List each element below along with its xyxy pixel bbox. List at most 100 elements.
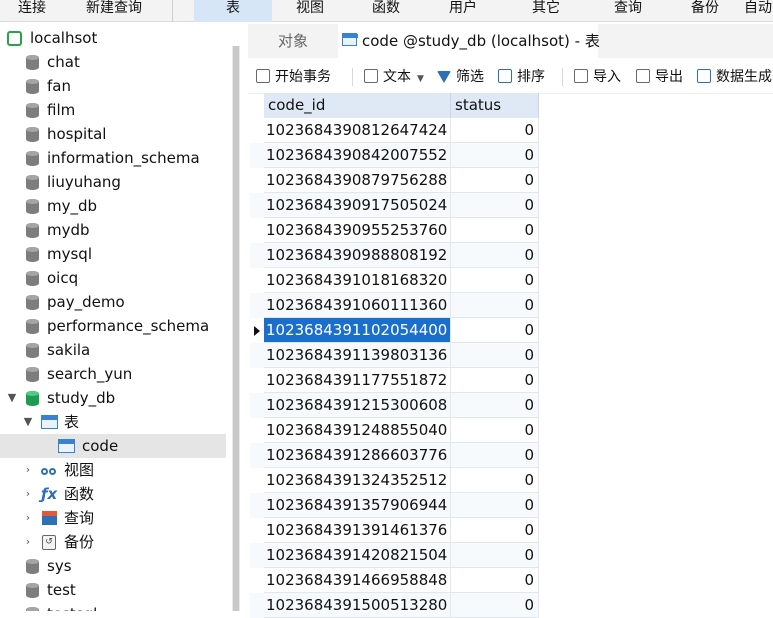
tree-db-item[interactable]: mysql [0, 242, 226, 266]
tree-backup-folder[interactable]: › ↺ 备份 [0, 530, 226, 554]
begin-transaction-button[interactable]: 开始事务 [256, 60, 331, 94]
cell-code-id[interactable]: 1023684391177551872 [264, 368, 451, 393]
cell-status[interactable]: 0 [451, 368, 539, 393]
data-generation-button[interactable]: 数据生成 [697, 60, 772, 94]
chevron-right-icon[interactable]: › [21, 482, 35, 506]
cell-status[interactable]: 0 [451, 343, 539, 368]
table-row[interactable]: 1023684391139803136 0 [250, 343, 539, 368]
cell-status[interactable]: 0 [451, 143, 539, 168]
functions-button[interactable]: 函数 [348, 0, 424, 22]
cell-code-id[interactable]: 1023684391139803136 [264, 343, 451, 368]
cell-status[interactable]: 0 [451, 543, 539, 568]
export-button[interactable]: 导出 [636, 60, 683, 94]
cell-code-id[interactable]: 1023684391286603776 [264, 443, 451, 468]
cell-code-id[interactable]: 1023684390812647424 [264, 118, 451, 143]
tree-db-item[interactable]: chat [0, 50, 226, 74]
cell-code-id[interactable]: 1023684390842007552 [264, 143, 451, 168]
table-row[interactable]: 1023684391018168320 0 [250, 268, 539, 293]
cell-status[interactable]: 0 [451, 593, 539, 618]
tree-db-test[interactable]: test [0, 578, 226, 602]
table-row[interactable]: 1023684390955253760 0 [250, 218, 539, 243]
sort-button[interactable]: 排序 [498, 60, 545, 94]
tree-db-item[interactable]: performance_schema [0, 314, 226, 338]
column-header-status[interactable]: status [451, 93, 539, 118]
column-header-code-id[interactable]: code_id [264, 93, 451, 118]
tree-db-sys[interactable]: sys [0, 554, 226, 578]
table-row[interactable]: 1023684391420821504 0 [250, 543, 539, 568]
tree-table-code[interactable]: code [0, 434, 226, 458]
tables-button[interactable]: 表 [194, 0, 272, 22]
tree-db-item[interactable]: fan [0, 74, 226, 98]
cell-status[interactable]: 0 [451, 268, 539, 293]
backup-button[interactable]: 备份 [666, 0, 744, 22]
table-row[interactable]: 1023684391248855040 0 [250, 418, 539, 443]
cell-code-id[interactable]: 1023684390955253760 [264, 218, 451, 243]
cell-code-id[interactable]: 1023684391357906944 [264, 493, 451, 518]
users-button[interactable]: 用户 [424, 0, 502, 22]
cell-code-id[interactable]: 1023684390879756288 [264, 168, 451, 193]
cell-status[interactable]: 0 [451, 568, 539, 593]
cell-status[interactable]: 0 [451, 518, 539, 543]
table-row[interactable]: 1023684390842007552 0 [250, 143, 539, 168]
tree-db-item[interactable]: search_yun [0, 362, 226, 386]
tree-db-item[interactable]: hospital [0, 122, 226, 146]
chevron-right-icon[interactable]: › [21, 458, 35, 482]
table-row[interactable]: 1023684390917505024 0 [250, 193, 539, 218]
cell-status[interactable]: 0 [451, 443, 539, 468]
table-row[interactable]: 1023684390988808192 0 [250, 243, 539, 268]
tree-connection[interactable]: localhsot [0, 26, 226, 50]
cell-status[interactable]: 0 [451, 168, 539, 193]
others-button[interactable]: 其它 [502, 0, 590, 22]
cell-code-id[interactable]: 1023684391500513280 [264, 593, 451, 618]
cell-code-id[interactable]: 1023684391102054400 [264, 318, 451, 343]
cell-status[interactable]: 0 [451, 418, 539, 443]
table-row[interactable]: 1023684391102054400 0 [250, 318, 539, 343]
tree-scrollbar[interactable] [232, 46, 240, 611]
cell-status[interactable]: 0 [451, 318, 539, 343]
tree-db-item[interactable]: oicq [0, 266, 226, 290]
cell-status[interactable]: 0 [451, 218, 539, 243]
chevron-down-icon[interactable]: ▼ [21, 410, 35, 434]
cell-status[interactable]: 0 [451, 118, 539, 143]
table-row[interactable]: 1023684391286603776 0 [250, 443, 539, 468]
cell-code-id[interactable]: 1023684391018168320 [264, 268, 451, 293]
queries-button[interactable]: 查询 [590, 0, 666, 22]
tree-queries-folder[interactable]: › 查询 [0, 506, 226, 530]
cell-status[interactable]: 0 [451, 468, 539, 493]
import-button[interactable]: 导入 [574, 60, 621, 94]
tree-db-item[interactable]: pay_demo [0, 290, 226, 314]
table-row[interactable]: 1023684390879756288 0 [250, 168, 539, 193]
new-query-button[interactable]: 新建查询 [70, 0, 158, 22]
chevron-right-icon[interactable]: › [21, 530, 35, 554]
tree-tables-folder[interactable]: ▼ 表 [0, 410, 226, 434]
cell-status[interactable]: 0 [451, 493, 539, 518]
tree-db-item[interactable]: liuyuhang [0, 170, 226, 194]
cell-status[interactable]: 0 [451, 293, 539, 318]
views-button[interactable]: 视图 [272, 0, 348, 22]
table-row[interactable]: 1023684391466958848 0 [250, 568, 539, 593]
table-row[interactable]: 1023684390812647424 0 [250, 118, 539, 143]
tree-db-item[interactable]: mydb [0, 218, 226, 242]
tree-db-item[interactable]: film [0, 98, 226, 122]
table-row[interactable]: 1023684391324352512 0 [250, 468, 539, 493]
cell-code-id[interactable]: 1023684391466958848 [264, 568, 451, 593]
scrollbar-thumb[interactable] [233, 46, 239, 611]
table-row[interactable]: 1023684391357906944 0 [250, 493, 539, 518]
table-row[interactable]: 1023684391060111360 0 [250, 293, 539, 318]
tree-db-item[interactable]: sakila [0, 338, 226, 362]
table-row[interactable]: 1023684391177551872 0 [250, 368, 539, 393]
cell-code-id[interactable]: 1023684391420821504 [264, 543, 451, 568]
cell-code-id[interactable]: 1023684391248855040 [264, 418, 451, 443]
table-row[interactable]: 1023684391500513280 0 [250, 593, 539, 618]
connect-button[interactable]: 连接 [0, 0, 64, 22]
cell-status[interactable]: 0 [451, 193, 539, 218]
cell-status[interactable]: 0 [451, 243, 539, 268]
cell-code-id[interactable]: 1023684391215300608 [264, 393, 451, 418]
tree-functions-folder[interactable]: › ƒx 函数 [0, 482, 226, 506]
cell-code-id[interactable]: 1023684391391461376 [264, 518, 451, 543]
chevron-right-icon[interactable]: › [21, 506, 35, 530]
tree-db-item[interactable]: my_db [0, 194, 226, 218]
table-row[interactable]: 1023684391391461376 0 [250, 518, 539, 543]
text-button[interactable]: 文本 ▼ [364, 60, 424, 94]
automation-button[interactable]: 自动 [744, 0, 773, 22]
